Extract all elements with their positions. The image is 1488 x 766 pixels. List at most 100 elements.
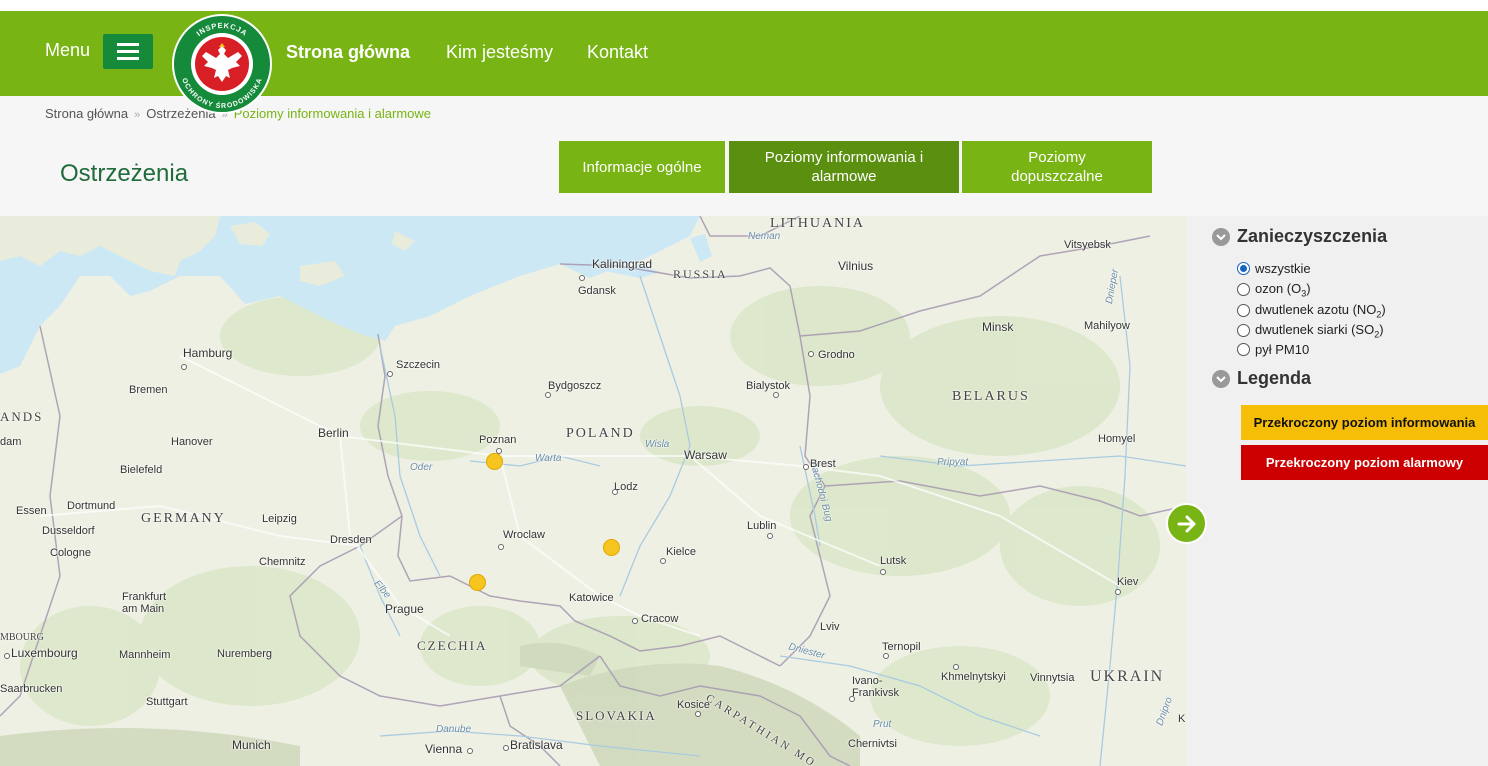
eagle-emblem-icon: INSPEKCJA OCHRONY ŚRODOWISKA <box>174 16 270 112</box>
water-label: Danube <box>436 724 472 735</box>
nav-home[interactable]: Strona główna <box>286 42 410 63</box>
chevron-down-icon <box>1212 227 1230 246</box>
city-label: Ternopil <box>882 641 921 653</box>
nav-about[interactable]: Kim jesteśmy <box>446 42 553 63</box>
city-label: Homyel <box>1098 433 1136 445</box>
radio-button[interactable] <box>1237 262 1250 275</box>
radio-button[interactable] <box>1237 304 1250 318</box>
tab-permissible-levels[interactable]: Poziomy dopuszczalne <box>962 141 1152 193</box>
water-label: Warta <box>535 453 562 464</box>
city-label: dam <box>0 436 22 448</box>
city-label: Khmelnytskyi <box>941 671 1006 683</box>
city-dot <box>181 364 187 370</box>
arrow-right-icon <box>1177 515 1195 532</box>
city-dot <box>612 489 618 495</box>
radio-button[interactable] <box>1237 283 1250 297</box>
panel-toggle-arrow-button[interactable] <box>1166 503 1207 544</box>
city-label: Mahilyow <box>1084 320 1130 332</box>
city-label: Dusseldorf <box>42 525 95 537</box>
station-marker[interactable] <box>486 453 503 470</box>
city-label: Stuttgart <box>146 696 188 708</box>
option-label: pył PM10 <box>1255 342 1310 357</box>
city-label: Luxembourg <box>11 646 78 660</box>
city-label: Bielefeld <box>120 464 163 476</box>
city-dot <box>773 392 779 398</box>
pollutant-option-pm10[interactable]: pył PM10 <box>1237 342 1309 357</box>
station-marker[interactable] <box>603 539 620 556</box>
nav-contact[interactable]: Kontakt <box>587 42 648 63</box>
city-label: Lublin <box>747 520 777 532</box>
tab-info-alarm-levels[interactable]: Poziomy informowania i alarmowe <box>729 141 959 193</box>
pollutant-option-ozone[interactable]: ozon (O3) <box>1237 281 1311 299</box>
top-strip <box>0 0 1488 11</box>
gios-logo[interactable]: INSPEKCJA OCHRONY ŚRODOWISKA <box>172 14 272 114</box>
country-label: CZECHIA <box>417 638 488 653</box>
hamburger-icon <box>117 43 139 46</box>
city-label: Ivano-Frankivsk <box>852 675 900 699</box>
city-label: Chemnitz <box>259 556 306 568</box>
water-label: Wisla <box>645 439 670 450</box>
option-label: dwutlenek siarki (SO2) <box>1255 322 1384 340</box>
title-bar: Strona główna» Ostrzeżenia» Poziomy inform… <box>0 96 1488 216</box>
city-label: Saarbrucken <box>0 683 63 695</box>
pollutant-option-so2[interactable]: dwutlenek siarki (SO2) <box>1237 322 1384 340</box>
city-label: Cracow <box>641 613 679 625</box>
city-label: Bialystok <box>746 380 791 392</box>
breadcrumb-home[interactable]: Strona główna <box>45 106 128 121</box>
chevron-down-icon <box>1212 369 1230 388</box>
water-label: Oder <box>410 462 433 473</box>
city-label: Cologne <box>50 547 91 559</box>
city-label: Vienna <box>425 742 463 756</box>
pollutants-section-header[interactable]: Zanieczyszczenia <box>1212 226 1387 247</box>
city-label: Kielce <box>666 546 696 558</box>
city-label: Nuremberg <box>217 648 273 660</box>
station-marker[interactable] <box>469 574 486 591</box>
city-label: Bratislava <box>510 738 563 752</box>
city-dot <box>808 351 814 357</box>
city-dot <box>660 558 666 564</box>
country-label: GERMANY <box>141 511 226 526</box>
city-label: Wroclaw <box>503 529 545 541</box>
option-label: ozon (O3) <box>1255 281 1311 299</box>
city-dot <box>632 618 638 624</box>
city-dot <box>803 464 809 470</box>
tab-general-info[interactable]: Informacje ogólne <box>559 141 725 193</box>
city-label: Lutsk <box>880 555 907 567</box>
country-label: BELARUS <box>952 389 1030 404</box>
legend-section-header[interactable]: Legenda <box>1212 368 1311 389</box>
radio-button[interactable] <box>1237 343 1250 356</box>
city-label: Katowice <box>569 592 614 604</box>
site-header: Menu INSPEKCJA OCHRONY ŚRODOWISKA Strona… <box>0 11 1488 114</box>
country-label: LITHUANIA <box>770 216 865 231</box>
map-background <box>0 216 1186 766</box>
water-label: Neman <box>748 231 781 242</box>
city-label: Minsk <box>982 320 1014 334</box>
city-dot <box>1115 589 1121 595</box>
city-dot <box>953 664 959 670</box>
page: Menu INSPEKCJA OCHRONY ŚRODOWISKA Strona… <box>0 0 1488 766</box>
country-label: UKRAIN <box>1090 668 1165 685</box>
city-label: Vinnytsia <box>1030 672 1075 684</box>
hamburger-menu-button[interactable] <box>103 34 153 69</box>
city-label: Dresden <box>330 534 372 546</box>
city-label: Kaliningrad <box>592 257 653 271</box>
side-panel: Zanieczyszczenia wszystkie ozon (O3) dwu… <box>1186 216 1488 766</box>
city-dot <box>579 275 585 281</box>
map[interactable]: LITHUANIA RUSSIA BELARUS POLAND GERMANY … <box>0 216 1186 766</box>
water-label: Prut <box>873 719 892 730</box>
city-dot <box>849 696 855 702</box>
city-dot <box>880 569 886 575</box>
city-label: Essen <box>16 505 47 517</box>
city-dot <box>695 711 701 717</box>
city-label: Lviv <box>820 621 840 633</box>
city-dot <box>883 653 889 659</box>
pollutant-option-no2[interactable]: dwutlenek azotu (NO2) <box>1237 302 1386 320</box>
legend-info-level: Przekroczony poziom informowania <box>1241 405 1488 440</box>
pollutant-option-all[interactable]: wszystkie <box>1237 261 1311 276</box>
menu-label[interactable]: Menu <box>45 40 90 61</box>
city-label: Dortmund <box>67 500 116 512</box>
city-label: Brest <box>810 458 836 470</box>
country-label: RUSSIA <box>673 267 728 281</box>
city-label: Bydgoszcz <box>548 380 602 392</box>
radio-button[interactable] <box>1237 324 1250 338</box>
